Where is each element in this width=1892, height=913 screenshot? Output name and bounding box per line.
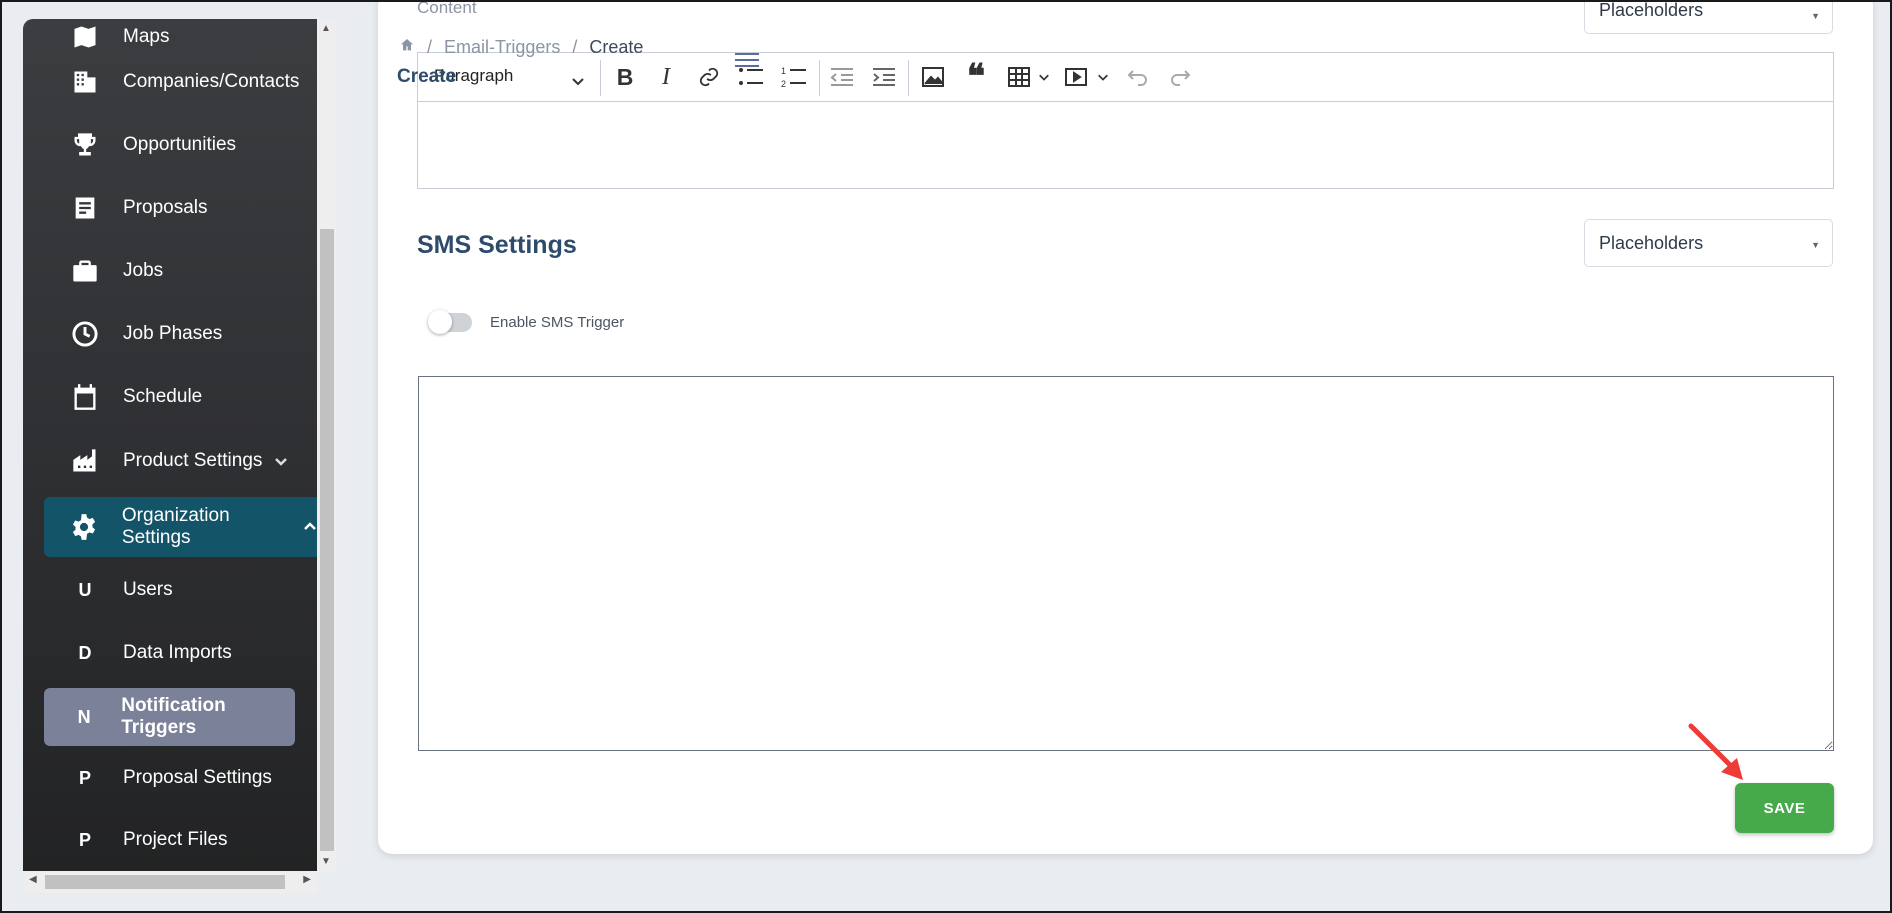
- sms-placeholders-select[interactable]: Placeholders ▼: [1584, 219, 1833, 267]
- breadcrumb: / Email-Triggers / Create: [399, 37, 655, 58]
- building-icon: [70, 67, 100, 97]
- select-value: Placeholders: [1599, 0, 1704, 20]
- indent-icon[interactable]: [870, 62, 898, 92]
- sidebar-item-jobs[interactable]: Jobs: [23, 243, 317, 299]
- sidebar-item-label: Job Phases: [123, 323, 223, 344]
- chevron-down-icon[interactable]: [571, 66, 585, 96]
- scroll-up-arrow-icon[interactable]: ▲: [321, 23, 331, 34]
- sidebar-item-project-files[interactable]: P Project Files: [23, 812, 317, 868]
- sidebar-item-label: Users: [123, 579, 173, 600]
- red-arrow-annotation: [1687, 722, 1747, 789]
- outdent-icon[interactable]: [828, 62, 856, 92]
- sidebar-item-initial: P: [78, 829, 91, 850]
- table-icon[interactable]: [1006, 62, 1032, 92]
- sidebar-item-notification-triggers[interactable]: N Notification Triggers: [44, 688, 295, 746]
- sidebar-item-opportunities[interactable]: Opportunities: [23, 117, 317, 173]
- scrollbar-thumb[interactable]: [45, 875, 285, 889]
- scroll-down-arrow-icon[interactable]: ▼: [321, 856, 331, 867]
- sidebar-item-proposal-settings[interactable]: P Proposal Settings: [23, 750, 317, 806]
- scroll-right-arrow-icon[interactable]: ▶: [303, 874, 311, 885]
- sidebar-item-label: Data Imports: [123, 642, 232, 663]
- map-icon: [70, 22, 100, 52]
- sidebar-item-label: Opportunities: [123, 134, 237, 155]
- clock-icon: [70, 319, 100, 349]
- scrollbar-thumb[interactable]: [320, 229, 334, 851]
- sidebar-item-label: Maps: [123, 26, 170, 47]
- sidebar: Maps Companies/Contacts Opportunities Pr…: [23, 19, 317, 871]
- chevron-down-icon: [274, 454, 288, 468]
- undo-icon[interactable]: [1126, 62, 1150, 92]
- sidebar-item-label: Product Settings: [123, 450, 263, 471]
- save-button[interactable]: SAVE: [1735, 783, 1834, 833]
- window-frame: Maps Companies/Contacts Opportunities Pr…: [0, 0, 1892, 913]
- redo-icon[interactable]: [1168, 62, 1192, 92]
- sidebar-item-label: Proposals: [123, 197, 208, 218]
- italic-icon[interactable]: I: [654, 62, 678, 92]
- image-icon[interactable]: [920, 62, 946, 92]
- enable-sms-label: Enable SMS Trigger: [490, 314, 625, 331]
- select-value: Placeholders: [1599, 232, 1704, 253]
- sidebar-item-label: Companies/Contacts: [123, 71, 300, 92]
- sms-settings-heading: SMS Settings: [417, 231, 577, 259]
- breadcrumb-separator: /: [572, 37, 578, 57]
- document-icon: [70, 193, 100, 223]
- caret-down-icon: ▼: [1811, 11, 1820, 21]
- scroll-left-arrow-icon[interactable]: ◀: [29, 874, 37, 885]
- toolbar-separator: [819, 60, 820, 96]
- breadcrumb-current: Create: [589, 37, 644, 57]
- numbered-list-icon[interactable]: 12: [780, 62, 808, 92]
- toolbar-separator: [600, 60, 601, 96]
- toolbar-divider: [418, 101, 1833, 102]
- sidebar-item-schedule[interactable]: Schedule: [23, 369, 317, 425]
- sidebar-item-label: Project Files: [123, 829, 228, 850]
- sidebar-item-initial: N: [77, 706, 91, 727]
- svg-text:2: 2: [781, 79, 786, 89]
- toggle-knob: [428, 310, 452, 334]
- sidebar-item-users[interactable]: U Users: [23, 562, 317, 618]
- sidebar-item-label: Proposal Settings: [123, 767, 272, 788]
- home-icon[interactable]: [399, 37, 415, 58]
- sidebar-item-label: Schedule: [123, 386, 203, 407]
- sidebar-item-companies-contacts[interactable]: Companies/Contacts: [23, 54, 317, 110]
- sidebar-item-data-imports[interactable]: D Data Imports: [23, 625, 317, 681]
- link-icon[interactable]: [696, 62, 722, 92]
- sidebar-horizontal-scrollbar[interactable]: ◀ ▶: [23, 871, 317, 893]
- trophy-icon: [70, 130, 100, 160]
- sidebar-item-job-phases[interactable]: Job Phases: [23, 306, 317, 362]
- content-label: Content: [417, 0, 477, 17]
- chevron-down-icon[interactable]: [1096, 62, 1110, 92]
- gear-icon: [70, 512, 99, 542]
- factory-icon: [70, 446, 100, 476]
- sidebar-item-proposals[interactable]: Proposals: [23, 180, 317, 236]
- quote-icon[interactable]: ❝: [963, 59, 989, 96]
- chevron-down-icon[interactable]: [1037, 62, 1051, 92]
- breadcrumb-separator: /: [427, 37, 433, 57]
- sidebar-item-label: Notification Triggers: [121, 695, 226, 738]
- drag-handle-icon[interactable]: [735, 52, 759, 77]
- media-embed-icon[interactable]: [1063, 62, 1089, 92]
- sidebar-item-product-settings[interactable]: Product Settings: [23, 433, 317, 489]
- page-title: Create: [397, 66, 457, 87]
- sidebar-item-label: Jobs: [123, 260, 164, 281]
- sidebar-item-initial: D: [78, 642, 92, 663]
- calendar-icon: [70, 382, 100, 412]
- chevron-up-icon: [303, 520, 317, 534]
- sidebar-item-initial: P: [78, 767, 91, 788]
- toolbar-separator: [908, 60, 909, 96]
- svg-text:1: 1: [781, 66, 786, 76]
- sidebar-vertical-scrollbar[interactable]: ▲ ▼: [317, 19, 337, 871]
- sidebar-item-label: Organization Settings: [121, 505, 230, 548]
- breadcrumb-email-triggers[interactable]: Email-Triggers: [444, 37, 560, 58]
- bold-icon[interactable]: B: [613, 62, 637, 92]
- caret-down-icon: ▼: [1811, 240, 1820, 250]
- sidebar-item-organization-settings[interactable]: Organization Settings: [44, 497, 317, 557]
- sidebar-item-initial: U: [78, 579, 92, 600]
- sms-message-textarea[interactable]: [418, 376, 1834, 751]
- briefcase-icon: [70, 256, 100, 286]
- enable-sms-toggle[interactable]: [428, 310, 472, 334]
- content-placeholders-select[interactable]: Placeholders ▼: [1584, 0, 1833, 34]
